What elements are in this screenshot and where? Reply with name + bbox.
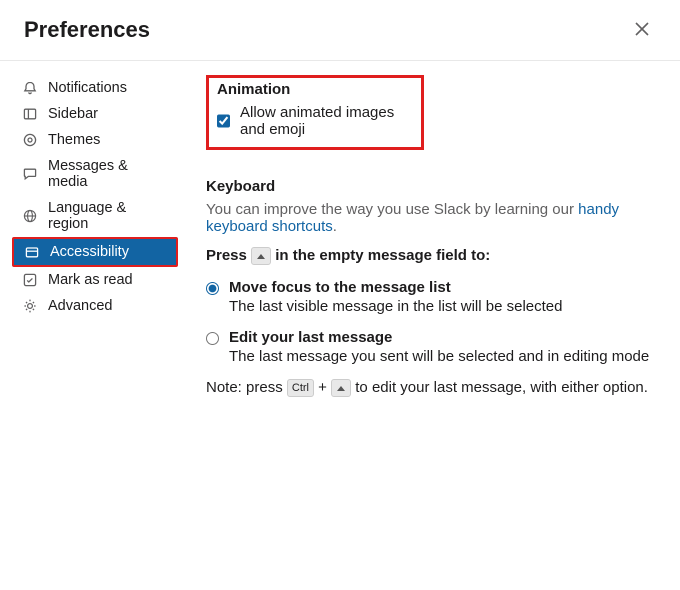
up-key-icon (251, 247, 271, 265)
sidebar-item-advanced[interactable]: Advanced (12, 293, 178, 319)
radio-move-focus-input[interactable] (206, 282, 219, 295)
sidebar-item-label: Themes (48, 132, 100, 148)
radio-edit-last[interactable]: Edit your last message The last message … (206, 329, 660, 365)
sidebar-item-notifications[interactable]: Notifications (12, 75, 178, 101)
animation-section: Animation Allow animated images and emoj… (206, 75, 424, 150)
sidebar-item-label: Advanced (48, 298, 113, 314)
content: Animation Allow animated images and emoj… (186, 75, 680, 425)
radio-move-focus-desc: The last visible message in the list wil… (229, 298, 563, 315)
themes-icon (22, 132, 38, 148)
accessibility-icon (24, 244, 40, 260)
gear-icon (22, 298, 38, 314)
sidebar-item-label: Notifications (48, 80, 127, 96)
sidebar-item-label: Sidebar (48, 106, 98, 122)
sidebar-item-label: Messages & media (48, 158, 168, 190)
allow-animations-row[interactable]: Allow animated images and emoji (217, 104, 413, 138)
close-icon (635, 22, 649, 39)
globe-icon (22, 208, 38, 224)
keyboard-title: Keyboard (206, 178, 660, 195)
panel-icon (22, 106, 38, 122)
allow-animations-label: Allow animated images and emoji (240, 104, 413, 138)
sidebar-item-accessibility[interactable]: Accessibility (12, 237, 178, 267)
sidebar-item-label: Accessibility (50, 244, 129, 260)
sidebar-item-sidebar[interactable]: Sidebar (12, 101, 178, 127)
radio-edit-last-label: Edit your last message (229, 329, 649, 346)
keyboard-desc: You can improve the way you use Slack by… (206, 201, 660, 235)
sidebar-item-messages-media[interactable]: Messages & media (12, 153, 178, 195)
press-line: Press in the empty message field to: (206, 247, 660, 265)
up-key-icon-2 (331, 379, 351, 397)
bell-icon (22, 80, 38, 96)
page-title: Preferences (24, 17, 150, 43)
preferences-header: Preferences (0, 0, 680, 61)
sidebar-item-themes[interactable]: Themes (12, 127, 178, 153)
sidebar-item-language-region[interactable]: Language & region (12, 195, 178, 237)
keyboard-section: Keyboard You can improve the way you use… (206, 178, 660, 397)
sidebar-item-mark-as-read[interactable]: Mark as read (12, 267, 178, 293)
keyboard-note: Note: press Ctrl + to edit your last mes… (206, 379, 660, 397)
sidebar: Notifications Sidebar Themes Messages & … (0, 75, 186, 425)
ctrl-key-icon: Ctrl (287, 379, 314, 397)
message-icon (22, 166, 38, 182)
allow-animations-checkbox[interactable] (217, 114, 230, 128)
check-icon (22, 272, 38, 288)
sidebar-item-label: Mark as read (48, 272, 133, 288)
close-button[interactable] (628, 16, 656, 44)
radio-edit-last-desc: The last message you sent will be select… (229, 348, 649, 365)
sidebar-item-label: Language & region (48, 200, 168, 232)
radio-move-focus[interactable]: Move focus to the message list The last … (206, 279, 660, 315)
animation-title: Animation (217, 81, 413, 98)
radio-edit-last-input[interactable] (206, 332, 219, 345)
radio-move-focus-label: Move focus to the message list (229, 279, 563, 296)
